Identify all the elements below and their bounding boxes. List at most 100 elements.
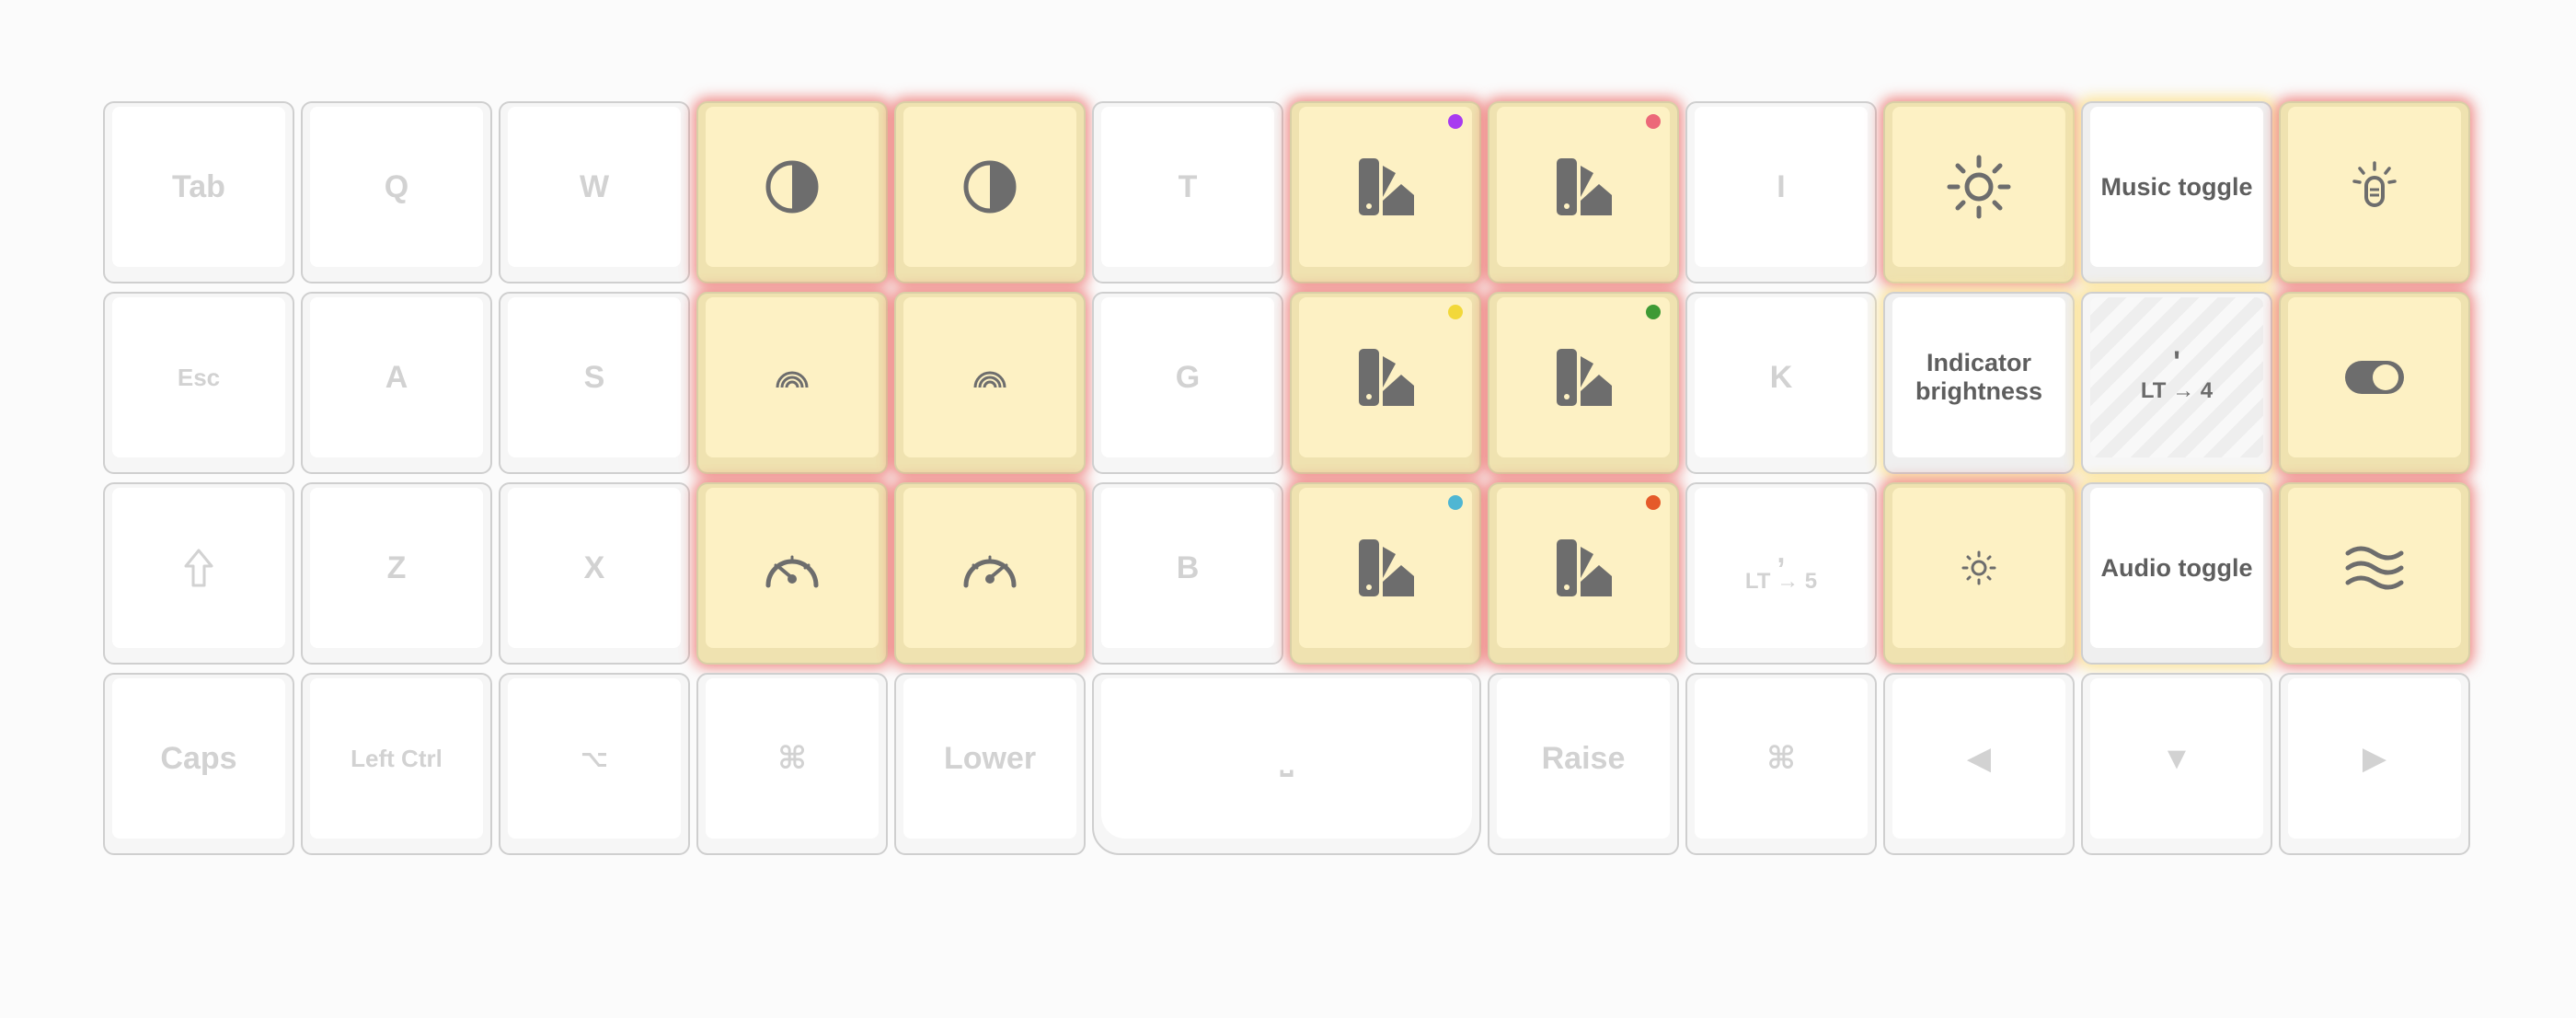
color-swatch-icon xyxy=(1557,158,1612,215)
key-label: Left Ctrl xyxy=(310,678,483,839)
color-swatch-icon xyxy=(1359,158,1414,215)
layer-tap-label: LT → 4 xyxy=(2140,378,2214,403)
key-label: K xyxy=(1695,297,1868,457)
key-arrow-right[interactable]: ▶ xyxy=(2279,673,2470,855)
key-color-green[interactable] xyxy=(1488,292,1679,474)
key-speed-2[interactable] xyxy=(894,482,1086,665)
key-g[interactable]: G xyxy=(1092,292,1283,474)
key-space[interactable]: ⎵ xyxy=(1092,673,1481,855)
rainbow-icon xyxy=(973,371,1006,388)
key-q[interactable]: Q xyxy=(301,101,492,283)
key-color-cyan[interactable] xyxy=(1290,482,1481,665)
rainbow-icon xyxy=(776,371,809,388)
key-label: Caps xyxy=(112,678,285,839)
key-label: ▼ xyxy=(2090,678,2263,839)
key-label: X xyxy=(508,488,681,648)
color-swatch-icon xyxy=(1557,349,1612,406)
key-label: Indicator brightness xyxy=(1892,297,2065,457)
key-s[interactable]: S xyxy=(499,292,690,474)
key-arrow-down[interactable]: ▼ xyxy=(2081,673,2272,855)
key-left-ctrl[interactable]: Left Ctrl xyxy=(301,673,492,855)
key-contrast-1[interactable] xyxy=(696,101,888,283)
toggle-switch-icon xyxy=(2345,361,2404,394)
key-contrast-2[interactable] xyxy=(894,101,1086,283)
key-b[interactable]: B xyxy=(1092,482,1283,665)
key-brightness-down[interactable] xyxy=(1883,482,2075,665)
key-color-purple[interactable] xyxy=(1290,101,1481,283)
key-color-pink[interactable] xyxy=(1488,101,1679,283)
key-k[interactable]: K xyxy=(1685,292,1877,474)
key-label: Music toggle xyxy=(2090,107,2263,267)
key-x[interactable]: X xyxy=(499,482,690,665)
key-caps[interactable]: Caps xyxy=(103,673,294,855)
keyboard-layout: Tab Q W T I Music toggle Esc A S G K Ind… xyxy=(0,0,2576,1018)
color-dot xyxy=(1646,305,1661,319)
key-label: Tab xyxy=(112,107,285,267)
contrast-icon xyxy=(963,160,1017,214)
key-a[interactable]: A xyxy=(301,292,492,474)
key-label: T xyxy=(1101,107,1274,267)
key-label: ⌘ xyxy=(706,678,879,839)
key-rainbow-1[interactable] xyxy=(696,292,888,474)
key-label-top: , xyxy=(1777,536,1786,569)
key-backlight[interactable] xyxy=(2279,101,2470,283)
key-shift[interactable] xyxy=(103,482,294,665)
key-label: G xyxy=(1101,297,1274,457)
key-raise[interactable]: Raise xyxy=(1488,673,1679,855)
backlight-icon xyxy=(2352,161,2397,207)
key-label: ⎵ xyxy=(1101,678,1472,839)
key-label: Raise xyxy=(1497,678,1670,839)
key-label: Q xyxy=(310,107,483,267)
color-dot xyxy=(1646,495,1661,510)
key-w[interactable]: W xyxy=(499,101,690,283)
speedometer-icon xyxy=(963,555,1017,588)
color-dot xyxy=(1448,495,1463,510)
contrast-icon xyxy=(765,160,819,214)
key-label: Z xyxy=(310,488,483,648)
layer-tap-label: LT → 5 xyxy=(1744,569,1818,594)
waves-icon xyxy=(2345,546,2404,590)
key-esc[interactable]: Esc xyxy=(103,292,294,474)
key-rainbow-2[interactable] xyxy=(894,292,1086,474)
key-lower[interactable]: Lower xyxy=(894,673,1086,855)
key-label: ◀ xyxy=(1892,678,2065,839)
key-audio-toggle[interactable]: Audio toggle xyxy=(2081,482,2272,665)
color-dot xyxy=(1448,114,1463,129)
key-label: ⌘ xyxy=(1695,678,1868,839)
key-command-right[interactable]: ⌘ xyxy=(1685,673,1877,855)
color-dot xyxy=(1646,114,1661,129)
key-label: B xyxy=(1101,488,1274,648)
key-label: ▶ xyxy=(2288,678,2461,839)
shift-arrow-icon xyxy=(184,549,213,587)
key-i[interactable]: I xyxy=(1685,101,1877,283)
key-music-toggle[interactable]: Music toggle xyxy=(2081,101,2272,283)
key-indicator-brightness[interactable]: Indicator brightness xyxy=(1883,292,2075,474)
key-z[interactable]: Z xyxy=(301,482,492,665)
color-swatch-icon xyxy=(1359,349,1414,406)
color-swatch-icon xyxy=(1557,539,1612,596)
key-toggle[interactable] xyxy=(2279,292,2470,474)
key-color-orange[interactable] xyxy=(1488,482,1679,665)
color-swatch-icon xyxy=(1359,539,1414,596)
key-color-yellow[interactable] xyxy=(1290,292,1481,474)
color-dot xyxy=(1448,305,1463,319)
key-comma-layer-5[interactable]: , LT → 5 xyxy=(1685,482,1877,665)
key-label: Esc xyxy=(112,297,285,457)
key-command-left[interactable]: ⌘ xyxy=(696,673,888,855)
key-arrow-left[interactable]: ◀ xyxy=(1883,673,2075,855)
brightness-up-icon xyxy=(1947,155,2011,219)
key-label: W xyxy=(508,107,681,267)
key-waves[interactable] xyxy=(2279,482,2470,665)
key-label: A xyxy=(310,297,483,457)
brightness-down-icon xyxy=(1961,550,1996,585)
key-option[interactable]: ⌥ xyxy=(499,673,690,855)
key-brightness-up[interactable] xyxy=(1883,101,2075,283)
key-quote-layer-4[interactable]: ' LT → 4 xyxy=(2081,292,2272,474)
key-label: Audio toggle xyxy=(2090,488,2263,648)
key-t[interactable]: T xyxy=(1092,101,1283,283)
key-label: Lower xyxy=(903,678,1076,839)
speedometer-icon xyxy=(765,555,819,588)
key-speed-1[interactable] xyxy=(696,482,888,665)
key-tab[interactable]: Tab xyxy=(103,101,294,283)
key-label-top: ' xyxy=(2173,345,2180,378)
